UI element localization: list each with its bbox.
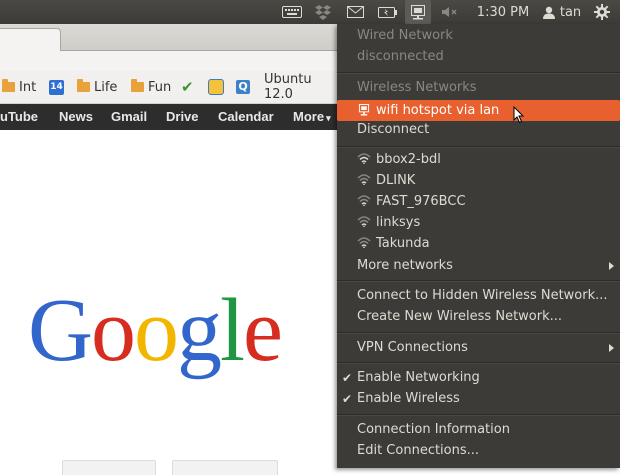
separator [337, 72, 620, 74]
network-name: bbox2-bdl [376, 152, 441, 167]
bookmark-q[interactable]: Q [236, 71, 250, 103]
checkmark-icon: ✔ [181, 78, 194, 96]
toolbar [0, 51, 340, 71]
folder-icon [77, 79, 90, 92]
logo-letter: e [243, 281, 283, 380]
bookmark-folder-int[interactable]: Int [2, 71, 36, 103]
gbar-link-drive[interactable]: Drive [166, 104, 199, 130]
check-icon: ✔ [342, 371, 353, 385]
q-icon: Q [236, 80, 250, 94]
gbar-more-label: More [293, 109, 325, 124]
wifi-icon [357, 195, 371, 206]
clock[interactable]: 1:30 PM [474, 0, 532, 24]
bookmark-check[interactable]: ✔ [181, 71, 194, 103]
chevron-down-icon: ▾ [326, 113, 331, 123]
menu-item-create-new[interactable]: Create New Wireless Network... [357, 307, 562, 327]
gbar-link-more[interactable]: More ▾ [293, 104, 331, 130]
battery-icon[interactable] [376, 0, 398, 24]
wired-status: disconnected [357, 49, 444, 64]
network-item[interactable]: Takunda [357, 234, 430, 254]
network-name: FAST_976BCC [376, 194, 466, 209]
wifi-icon [357, 216, 371, 227]
separator [337, 332, 620, 334]
menu-item-disconnect[interactable]: Disconnect [357, 120, 429, 140]
check-icon: ✔ [342, 392, 353, 406]
bookmark-label: Int [19, 79, 37, 95]
keyboard-icon[interactable] [280, 0, 304, 24]
separator [337, 362, 620, 364]
wifi-icon [357, 237, 371, 248]
wifi-icon [357, 153, 371, 164]
mouse-cursor-icon [513, 106, 525, 124]
user-name: tan [559, 4, 582, 20]
gear-icon[interactable] [590, 0, 614, 24]
gbar-link-youtube[interactable]: uTube [0, 104, 38, 130]
bookmark-weather[interactable] [208, 71, 224, 103]
network-item[interactable]: bbox2-bdl [357, 150, 441, 170]
weather-icon [208, 79, 224, 95]
logo-letter: g [177, 281, 222, 380]
separator [337, 280, 620, 282]
bookmark-calendar[interactable]: 14 [49, 71, 64, 103]
separator [337, 414, 620, 416]
clock-time: 1:30 PM [476, 4, 530, 20]
bookmark-ubuntu[interactable]: Ubuntu 12.0 [264, 71, 340, 103]
network-icon[interactable] [405, 0, 431, 24]
network-item[interactable]: linksys [357, 213, 420, 233]
folder-icon [131, 79, 144, 92]
browser-tab[interactable] [0, 28, 61, 51]
menu-item-edit-connections[interactable]: Edit Connections... [357, 441, 479, 461]
menu-item-more-networks[interactable]: More networks [357, 256, 620, 276]
user-icon [542, 6, 555, 19]
wired-network-icon [358, 104, 370, 116]
vpn-label: VPN Connections [357, 340, 468, 355]
submenu-arrow-icon [609, 262, 614, 270]
menu-item-enable-wireless[interactable]: Enable Wireless [357, 389, 460, 409]
google-logo: Google [28, 281, 283, 380]
dropbox-icon[interactable] [312, 0, 334, 24]
calendar-icon: 14 [49, 79, 64, 95]
bookmark-label: Fun [148, 79, 172, 95]
network-name: Takunda [376, 236, 430, 251]
logo-letter: o [91, 281, 136, 380]
top-panel: 1:30 PM tan [0, 0, 620, 24]
tab-strip [0, 24, 340, 51]
bookmark-label: Life [94, 79, 118, 95]
wifi-icon [357, 174, 371, 185]
logo-letter: o [134, 281, 179, 380]
logo-letter: l [220, 281, 245, 380]
network-name: linksys [376, 215, 421, 230]
menu-item-vpn[interactable]: VPN Connections [357, 338, 620, 358]
user-menu[interactable]: tan [538, 0, 586, 24]
mail-icon[interactable] [344, 0, 366, 24]
network-name: DLINK [376, 173, 416, 188]
gbar-link-calendar[interactable]: Calendar [218, 104, 274, 130]
active-network-label: wifi hotspot via lan [376, 103, 500, 118]
bookmark-label: Ubuntu 12.0 [264, 72, 312, 102]
network-menu: Wired Network disconnected Wireless Netw… [337, 24, 620, 468]
separator [337, 146, 620, 148]
gbar-link-news[interactable]: News [59, 104, 93, 130]
network-item[interactable]: DLINK [357, 171, 415, 191]
volume-muted-icon[interactable] [438, 0, 460, 24]
wired-network-header: Wired Network [357, 28, 453, 43]
bookmark-folder-fun[interactable]: Fun [131, 71, 171, 103]
menu-item-connection-info[interactable]: Connection Information [357, 420, 510, 440]
network-item[interactable]: FAST_976BCC [357, 192, 466, 212]
bookmark-folder-life[interactable]: Life [77, 71, 117, 103]
menu-item-active-network[interactable]: wifi hotspot via lan [337, 100, 620, 124]
gbar-link-gmail[interactable]: Gmail [111, 104, 147, 130]
logo-letter: G [28, 281, 93, 380]
menu-item-enable-networking[interactable]: Enable Networking [357, 368, 480, 388]
folder-icon [2, 79, 15, 92]
wireless-networks-header: Wireless Networks [357, 80, 477, 95]
submenu-arrow-icon [609, 344, 614, 352]
bookmarks-bar: Int 14 Life Fun ✔ Q Ubuntu 12.0 [0, 71, 340, 104]
menu-item-connect-hidden[interactable]: Connect to Hidden Wireless Network... [357, 286, 608, 306]
google-bar: uTube News Gmail Drive Calendar More ▾ [0, 104, 340, 130]
more-networks-label: More networks [357, 258, 453, 273]
